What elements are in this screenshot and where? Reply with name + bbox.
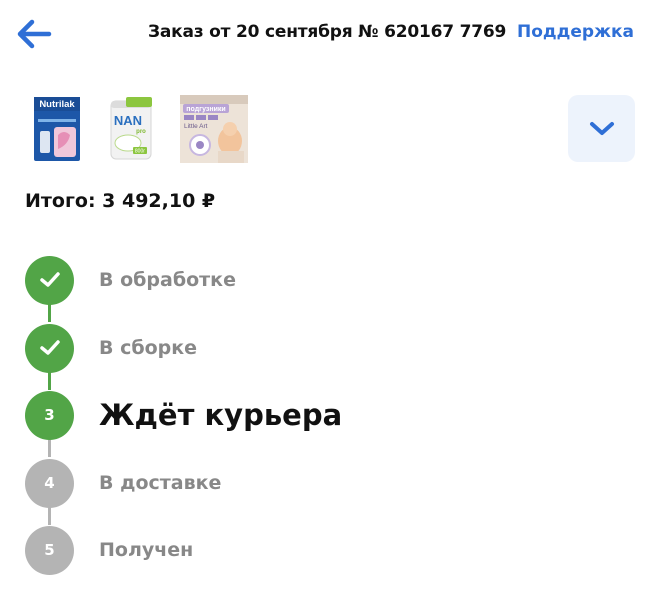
product-sub-text: Little Art <box>184 123 208 130</box>
step-label: В обработке <box>99 269 236 291</box>
formula-can-image: NAN pro 800г <box>110 97 152 160</box>
back-button[interactable] <box>14 17 54 51</box>
step-label: Получен <box>99 539 194 561</box>
current-step-label: Ждёт курьера <box>99 398 343 432</box>
status-step-processing: В обработке <box>25 255 625 305</box>
step-label: В доставке <box>99 472 222 494</box>
product-brand-text: Nutrilak <box>39 99 75 110</box>
product-thumb-diapers[interactable]: подгузники Little Art <box>180 95 248 163</box>
status-step-awaiting-courier: 3 Ждёт курьера <box>25 390 625 440</box>
product-brand-text: NAN <box>114 113 142 128</box>
step-done-indicator <box>25 255 74 305</box>
product-thumbnails: Nutrilak NAN pro 800г подгузники Little … <box>32 95 248 163</box>
status-step-received: 5 Получен <box>25 525 625 575</box>
arrow-left-icon <box>17 19 52 49</box>
support-link[interactable]: Поддержка <box>517 22 634 42</box>
step-number: 4 <box>25 458 74 508</box>
product-weight-text: 800г <box>135 149 145 155</box>
expand-products-button[interactable] <box>568 95 635 162</box>
check-icon <box>39 340 60 355</box>
step-done-indicator <box>25 323 74 373</box>
chevron-down-icon <box>589 121 614 135</box>
product-thumb-nutrilak[interactable]: Nutrilak <box>32 95 82 163</box>
step-number: 3 <box>25 390 74 440</box>
header: Заказ от 20 сентября № 620167 7769 Подде… <box>0 0 659 68</box>
step-number: 5 <box>25 525 74 575</box>
diapers-pack-image: подгузники Little Art <box>180 95 248 163</box>
page-title: Заказ от 20 сентября № 620167 7769 <box>148 22 507 42</box>
check-icon <box>39 272 60 287</box>
formula-box-image: Nutrilak <box>34 97 80 161</box>
product-brand-text: подгузники <box>186 106 225 113</box>
step-label: В сборке <box>99 337 198 359</box>
product-sub-text: pro <box>136 129 146 135</box>
product-thumb-nan[interactable]: NAN pro 800г <box>106 95 156 163</box>
status-step-assembly: В сборке <box>25 323 625 373</box>
order-total: Итого: 3 492,10 ₽ <box>25 190 216 212</box>
order-status-page: Заказ от 20 сентября № 620167 7769 Подде… <box>0 0 659 600</box>
status-step-delivery: 4 В доставке <box>25 458 625 508</box>
